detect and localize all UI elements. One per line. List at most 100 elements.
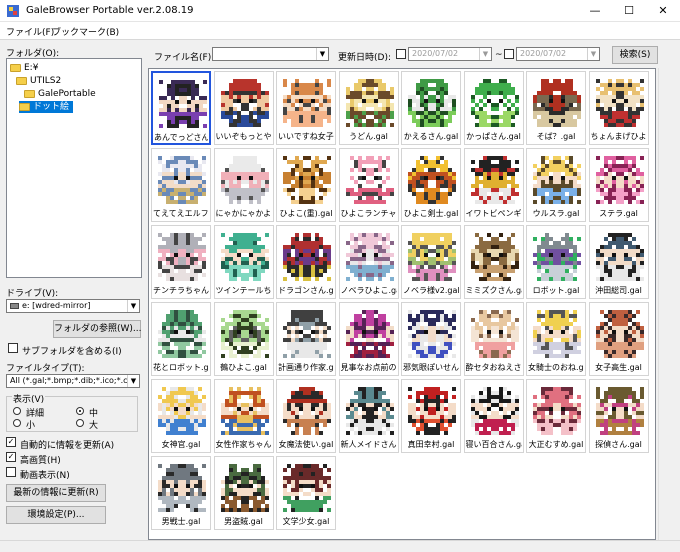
thumbnail-item[interactable]: ノベラ様v2.gal xyxy=(401,225,461,299)
thumbnail-caption: 女魔法使い.gal xyxy=(278,440,334,449)
thumbnail-item[interactable]: ひよこランチャー.gal xyxy=(338,148,399,222)
thumbnail-item[interactable]: いいぞもっとやれ.gal xyxy=(213,71,274,145)
thumbnail-caption: 鵺ひよこ.gal xyxy=(220,363,267,372)
thumbnail-item[interactable]: ウルスラ.gal xyxy=(526,148,586,222)
maximize-button[interactable]: ☐ xyxy=(612,0,646,22)
thumbnail-item[interactable]: ドラゴンさん.gal xyxy=(276,225,336,299)
filename-input[interactable]: ▼ xyxy=(212,47,329,61)
thumbnail-grid[interactable]: あんでっどさん.gal いいぞもっとやれ.gal いいですね女子.gal うどん.ga… xyxy=(148,68,656,540)
thumbnail-item[interactable]: かっぱさん.gal xyxy=(463,71,524,145)
minimize-button[interactable]: — xyxy=(578,0,612,22)
date-from-checkbox[interactable] xyxy=(396,49,406,59)
tree-item-dotart[interactable]: ドット絵 xyxy=(19,101,74,113)
close-button[interactable]: ✕ xyxy=(646,0,680,22)
thumbnail-item[interactable]: いいですね女子.gal xyxy=(276,71,336,145)
thumbnail-item[interactable]: 男盗賊.gal xyxy=(213,456,274,530)
thumbnail-item[interactable]: 女性作家ちゃん.gal xyxy=(213,379,274,453)
thumbnail-item[interactable]: 女魔法使い.gal xyxy=(276,379,336,453)
pixel-art-image xyxy=(283,156,331,204)
chevron-down-icon[interactable]: ▼ xyxy=(316,48,328,60)
high-quality-checkbox[interactable]: ✓ xyxy=(6,452,16,462)
pixel-art-image xyxy=(158,233,206,281)
thumbnail-caption: 女神官.gal xyxy=(161,440,201,449)
status-bar xyxy=(0,540,680,552)
thumbnail-item[interactable]: 真田幸村.gal xyxy=(401,379,461,453)
tree-item-galeportable[interactable]: GalePortable xyxy=(24,88,96,100)
pixel-art-image xyxy=(283,79,331,127)
drive-label: ドライブ(V): xyxy=(6,289,59,299)
thumbnail-item[interactable]: 探偵さん.gal xyxy=(588,379,649,453)
refresh-button[interactable]: 最新の情報に更新(R) xyxy=(6,484,106,502)
thumbnail-item[interactable]: ノベラひよこ.gal xyxy=(338,225,399,299)
thumbnail-item[interactable]: チンチラちゃん.gal xyxy=(151,225,211,299)
tree-item-drive[interactable]: E:¥ xyxy=(10,62,38,74)
thumbnail-caption: 探偵さん.gal xyxy=(595,440,642,449)
thumbnail-item[interactable]: 花とロボット.gal xyxy=(151,302,211,376)
chevron-down-icon[interactable]: ▼ xyxy=(587,48,599,60)
search-button[interactable]: 検索(S) xyxy=(612,46,658,64)
thumbnail-item[interactable]: ツインテールちゃん.gal xyxy=(213,225,274,299)
pixel-art-image xyxy=(220,156,269,204)
tree-item-utils2[interactable]: UTILS2 xyxy=(16,75,61,87)
thumbnail-item[interactable]: 大正むすめ.gal xyxy=(526,379,586,453)
thumbnail-item[interactable]: 寝い百合さん.gal xyxy=(463,379,524,453)
thumbnail-caption: 沖田総司.gal xyxy=(595,286,642,295)
thumbnail-item[interactable]: 見事なお点前の.gal xyxy=(338,302,399,376)
thumbnail-item[interactable]: うどん.gal xyxy=(338,71,399,145)
thumbnail-item[interactable]: 鵺ひよこ.gal xyxy=(213,302,274,376)
thumbnail-caption: ひよこランチャー.gal xyxy=(340,209,397,218)
thumbnail-item[interactable]: ひよこ剣士.gal xyxy=(401,148,461,222)
radio-small[interactable] xyxy=(13,419,21,427)
date-to-checkbox[interactable] xyxy=(504,49,514,59)
thumbnail-item[interactable]: かえるさん.gal xyxy=(401,71,461,145)
radio-small-label: 小 xyxy=(26,421,36,431)
thumbnail-item[interactable]: ステラ.gal xyxy=(588,148,649,222)
pixel-art-image xyxy=(158,387,206,435)
drive-icon xyxy=(10,302,19,309)
thumbnail-item[interactable]: にゃかにゃかよ.gal xyxy=(213,148,274,222)
thumbnail-caption: 真田幸村.gal xyxy=(407,440,455,449)
radio-large[interactable] xyxy=(76,419,84,427)
animation-checkbox[interactable] xyxy=(6,467,16,477)
thumbnail-caption: ウルスラ.gal xyxy=(532,209,580,218)
chevron-down-icon[interactable]: ▼ xyxy=(127,375,139,387)
auto-update-checkbox[interactable]: ✓ xyxy=(6,437,16,447)
thumbnail-item[interactable]: 男戦士.gal xyxy=(151,456,211,530)
chevron-down-icon[interactable]: ▼ xyxy=(127,300,139,312)
thumbnail-item[interactable]: 沖田総司.gal xyxy=(588,225,649,299)
folder-tree[interactable]: E:¥ UTILS2 GalePortable ドット絵 xyxy=(6,58,142,278)
filetype-select[interactable]: All (*.gal;*.bmp;*.dib;*.ico;*.cur;*. ▼ xyxy=(6,374,140,388)
thumbnail-item[interactable]: 新人メイドさん.gal xyxy=(338,379,399,453)
thumbnail-item[interactable]: ひよこ(重).gal xyxy=(276,148,336,222)
browse-folder-button[interactable]: フォルダの参照(W)... xyxy=(53,320,142,338)
thumbnail-caption: 寝い百合さん.gal xyxy=(465,440,522,449)
pixel-art-image xyxy=(283,233,331,281)
thumbnail-item[interactable]: ロボット.gal xyxy=(526,225,586,299)
thumbnail-item[interactable]: 女騎士のおね.gal xyxy=(526,302,586,376)
thumbnail-caption: ツインテールちゃん.gal xyxy=(215,286,272,295)
subfolder-checkbox[interactable] xyxy=(8,343,18,353)
radio-detail[interactable] xyxy=(13,407,21,415)
thumbnail-item[interactable]: あんでっどさん.gal xyxy=(151,71,211,145)
thumbnail-item[interactable]: 女神官.gal xyxy=(151,379,211,453)
drive-select[interactable]: e: [wdred-mirror] ▼ xyxy=(6,299,140,313)
vertical-scrollbar[interactable] xyxy=(658,68,675,540)
date-from-picker[interactable]: 2020/07/02 ▼ xyxy=(408,47,492,61)
thumbnail-item[interactable]: そば？.gal xyxy=(526,71,586,145)
thumbnail-item[interactable]: ちょんまげひよこ.gal xyxy=(588,71,649,145)
pixel-art-image xyxy=(595,310,644,358)
thumbnail-item[interactable]: 女子高生.gal xyxy=(588,302,649,376)
settings-button[interactable]: 環境設定(P)... xyxy=(6,506,106,524)
chevron-down-icon[interactable]: ▼ xyxy=(479,48,491,60)
thumbnail-item[interactable]: イワトビペンギン.gal xyxy=(463,148,524,222)
thumbnail-item[interactable]: 酔セタおねえさん.gal xyxy=(463,302,524,376)
radio-medium[interactable] xyxy=(76,407,84,415)
thumbnail-item[interactable]: てえてえエルフさん.gal xyxy=(151,148,211,222)
thumbnail-item[interactable]: 計画通り作家.gal xyxy=(276,302,336,376)
menu-bookmark[interactable]: ブックマーク(B) xyxy=(52,25,119,38)
thumbnail-item[interactable]: ミミズクさん.gal xyxy=(463,225,524,299)
thumbnail-item[interactable]: 邪気眼ぽいせん.gal xyxy=(401,302,461,376)
thumbnail-item[interactable]: 文学少女.gal xyxy=(276,456,336,530)
menu-file[interactable]: ファイル(F) xyxy=(6,25,54,38)
date-to-picker[interactable]: 2020/07/02 ▼ xyxy=(516,47,600,61)
